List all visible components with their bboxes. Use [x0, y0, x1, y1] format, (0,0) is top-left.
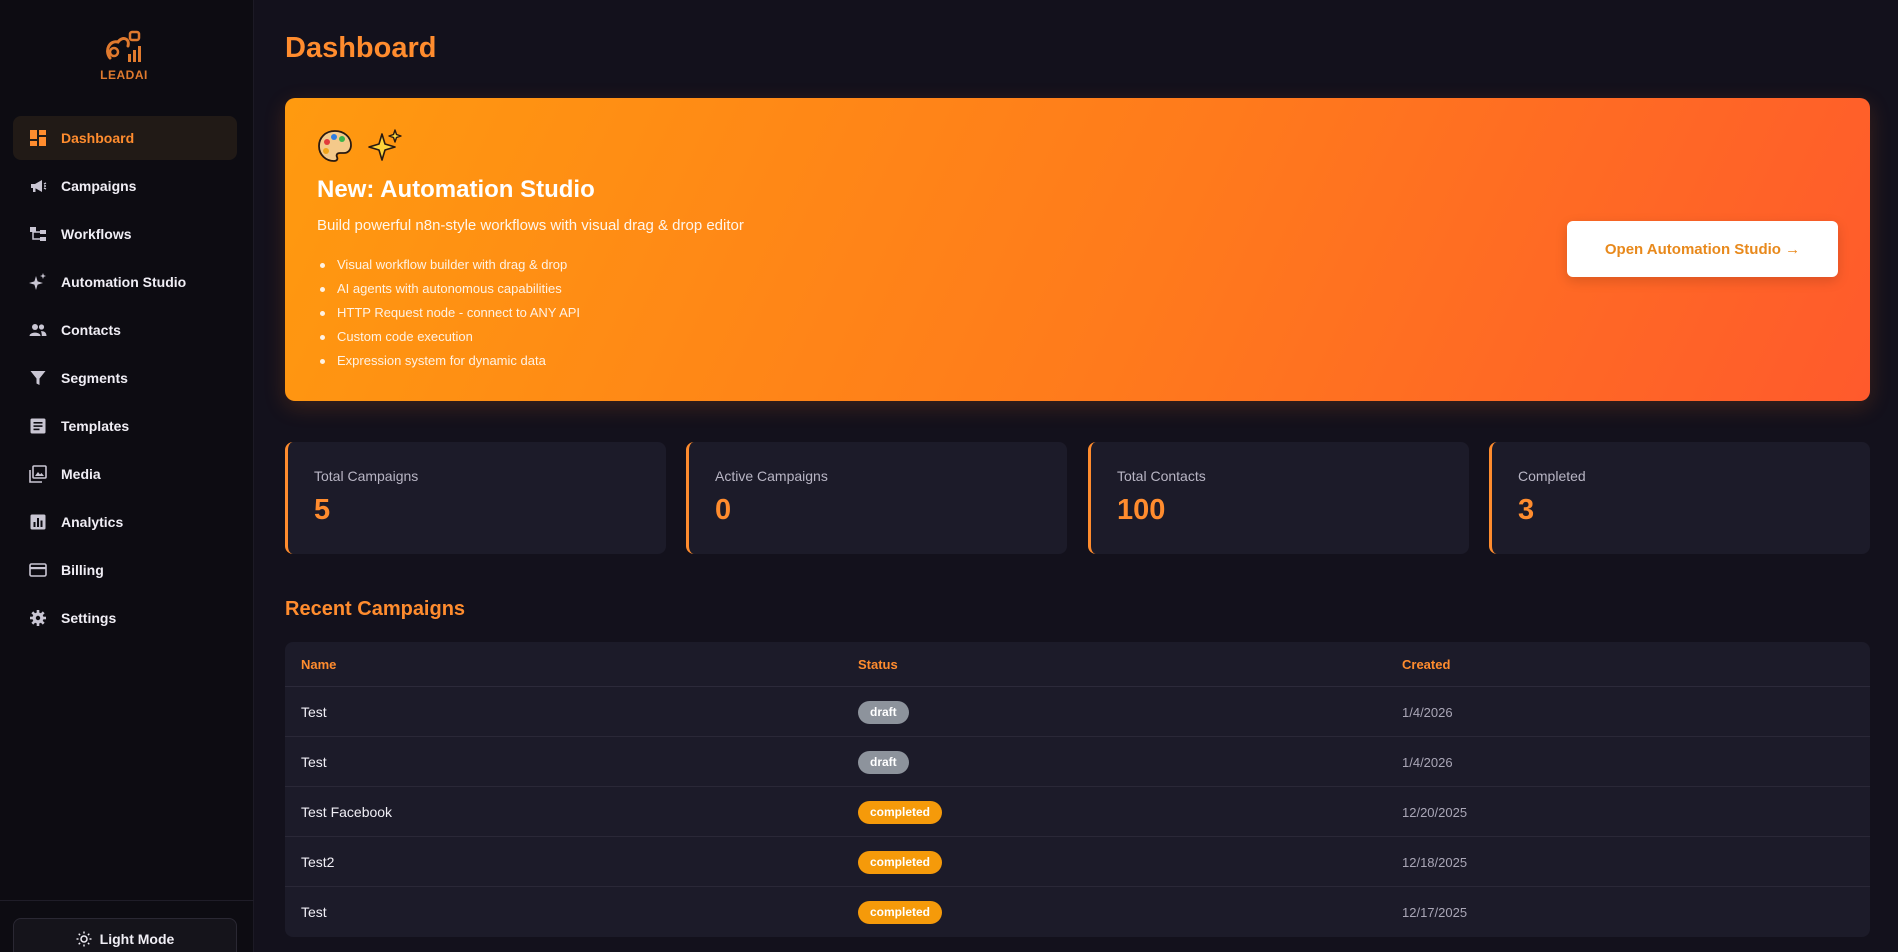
campaign-name: Test: [301, 904, 327, 920]
people-icon: [29, 321, 47, 339]
open-automation-studio-button[interactable]: Open Automation Studio →: [1567, 221, 1838, 277]
light-mode-button[interactable]: Light Mode: [13, 918, 237, 952]
sidebar-item-label: Billing: [61, 562, 104, 578]
sidebar-nav: Dashboard Campaigns Workflows Automation…: [13, 116, 237, 644]
table-row[interactable]: Test completed 12/17/2025: [285, 887, 1870, 937]
sidebar-item-analytics[interactable]: Analytics: [13, 500, 237, 544]
credit-card-icon: [29, 561, 47, 579]
stat-label: Active Campaigns: [715, 468, 828, 484]
recent-campaigns-table: Name Status Created Test draft 1/4/2026 …: [285, 642, 1870, 937]
sidebar-item-label: Settings: [61, 610, 117, 626]
sidebar-item-label: Workflows: [61, 226, 132, 242]
created-date: 1/4/2026: [1402, 705, 1453, 720]
banner-title: New: Automation Studio: [317, 176, 595, 203]
table-row[interactable]: Test2 completed 12/18/2025: [285, 837, 1870, 887]
sidebar-item-label: Dashboard: [61, 130, 135, 146]
sidebar-item-label: Campaigns: [61, 178, 137, 194]
automation-studio-banner: New: Automation Studio Build powerful n8…: [285, 98, 1870, 401]
status-badge: completed: [858, 901, 943, 924]
column-header-created[interactable]: Created: [1402, 657, 1450, 672]
campaign-name: Test: [301, 754, 327, 770]
created-date: 12/17/2025: [1402, 905, 1468, 920]
image-icon: [29, 465, 47, 483]
stat-card-total-contacts: Total Contacts 100: [1088, 442, 1469, 554]
sidebar-item-campaigns[interactable]: Campaigns: [13, 164, 237, 208]
feature-item: Custom code execution: [319, 325, 580, 349]
chart-icon: [29, 513, 47, 531]
created-date: 12/18/2025: [1402, 855, 1468, 870]
logo-text: LEADAI: [100, 68, 148, 82]
gear-icon: [29, 609, 47, 627]
sidebar-item-label: Media: [61, 466, 101, 482]
sidebar-item-workflows[interactable]: Workflows: [13, 212, 237, 256]
stat-card-completed: Completed 3: [1489, 442, 1870, 554]
sun-icon: [76, 931, 92, 947]
stat-value: 0: [715, 494, 732, 526]
dashboard-icon: [29, 129, 47, 147]
table-row[interactable]: Test draft 1/4/2026: [285, 737, 1870, 787]
megaphone-icon: [29, 177, 47, 195]
stat-label: Completed: [1518, 468, 1586, 484]
table-row[interactable]: Test Facebook completed 12/20/2025: [285, 787, 1870, 837]
sparkles-icon: [29, 273, 47, 291]
sidebar-item-contacts[interactable]: Contacts: [13, 308, 237, 352]
column-header-name[interactable]: Name: [301, 657, 336, 672]
sidebar-item-label: Contacts: [61, 322, 121, 338]
sidebar-item-dashboard[interactable]: Dashboard: [13, 116, 237, 160]
status-badge: completed: [858, 851, 943, 874]
light-mode-label: Light Mode: [99, 931, 175, 947]
sidebar: LEADAI Dashboard Campaigns Workflows Aut…: [0, 0, 254, 952]
sidebar-item-templates[interactable]: Templates: [13, 404, 237, 448]
status-badge: draft: [858, 701, 909, 724]
status-badge: completed: [858, 801, 943, 824]
campaign-name: Test Facebook: [301, 804, 393, 820]
logo-icon: [106, 30, 141, 62]
sidebar-item-media[interactable]: Media: [13, 452, 237, 496]
sidebar-item-label: Templates: [61, 418, 130, 434]
sidebar-item-label: Segments: [61, 370, 128, 386]
page-title: Dashboard: [285, 32, 437, 64]
sidebar-item-segments[interactable]: Segments: [13, 356, 237, 400]
created-date: 1/4/2026: [1402, 755, 1453, 770]
sidebar-item-label: Analytics: [61, 514, 124, 530]
feature-item: Visual workflow builder with drag & drop: [319, 253, 580, 277]
column-header-status[interactable]: Status: [858, 657, 898, 672]
feature-list: Visual workflow builder with drag & drop…: [319, 253, 580, 373]
banner-subtitle: Build powerful n8n-style workflows with …: [317, 217, 744, 234]
campaign-name: Test2: [301, 854, 335, 870]
stat-label: Total Campaigns: [314, 468, 419, 484]
feature-item: HTTP Request node - connect to ANY API: [319, 301, 580, 325]
stat-card-active-campaigns: Active Campaigns 0: [686, 442, 1067, 554]
stats-row: Total Campaigns 5 Active Campaigns 0 Tot…: [285, 442, 1870, 554]
recent-campaigns-title: Recent Campaigns: [285, 598, 466, 620]
table-header: Name Status Created: [285, 642, 1870, 687]
sidebar-item-label: Automation Studio: [61, 274, 187, 290]
table-row[interactable]: Test draft 1/4/2026: [285, 687, 1870, 737]
sparkles-icon: [367, 128, 403, 164]
palette-icon: [317, 128, 353, 164]
feature-item: Expression system for dynamic data: [319, 349, 580, 373]
sidebar-item-settings[interactable]: Settings: [13, 596, 237, 640]
stat-card-total-campaigns: Total Campaigns 5: [285, 442, 666, 554]
stat-value: 3: [1518, 494, 1535, 526]
campaign-name: Test: [301, 704, 327, 720]
created-date: 12/20/2025: [1402, 805, 1468, 820]
stat-value: 100: [1117, 494, 1166, 526]
sidebar-item-billing[interactable]: Billing: [13, 548, 237, 592]
sidebar-divider: [0, 900, 254, 901]
document-icon: [29, 417, 47, 435]
sidebar-item-automation-studio[interactable]: Automation Studio: [13, 260, 237, 304]
status-badge: draft: [858, 751, 909, 774]
stat-value: 5: [314, 494, 331, 526]
brand-logo[interactable]: LEADAI: [96, 28, 152, 84]
filter-icon: [29, 369, 47, 387]
feature-item: AI agents with autonomous capabilities: [319, 277, 580, 301]
stat-label: Total Contacts: [1117, 468, 1206, 484]
workflow-icon: [29, 225, 47, 243]
